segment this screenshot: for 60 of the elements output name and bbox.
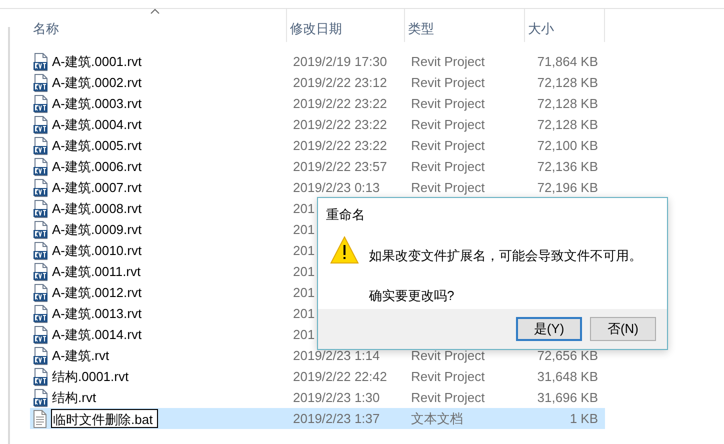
file-name: A-建筑.0006.rvt — [52, 158, 142, 176]
file-name: A-建筑.0011.rvt — [52, 262, 141, 280]
modified-date: 2019/2/22 23:22 — [293, 138, 387, 153]
file-type: Revit Project — [411, 159, 485, 174]
file-name: A-建筑.0009.rvt — [52, 220, 142, 238]
file-type: Revit Project — [411, 96, 485, 111]
file-size: 72,100 KB — [537, 138, 598, 153]
file-type: Revit Project — [411, 54, 485, 69]
modified-date: 2019/2/22 23:57 — [293, 159, 387, 174]
file-name: 结构.rvt — [52, 388, 96, 406]
file-name: A-建筑.0003.rvt — [52, 94, 142, 112]
modified-date: 2019/2/22 23:22 — [293, 96, 387, 111]
file-size: 72,196 KB — [537, 180, 598, 195]
file-name: A-建筑.0012.rvt — [52, 284, 142, 302]
dialog-message: 如果改变文件扩展名，可能会导致文件不可用。 — [369, 247, 642, 265]
dialog-question: 确实要更改吗? — [369, 287, 456, 305]
file-type: Revit Project — [411, 369, 485, 384]
modified-date: 201 — [293, 306, 315, 321]
file-size: 72,128 KB — [537, 117, 598, 132]
file-size: 31,696 KB — [537, 390, 598, 405]
file-name: A-建筑.0008.rvt — [52, 200, 142, 218]
file-size: 71,864 KB — [537, 54, 598, 69]
file-name: 结构.0001.rvt — [52, 368, 129, 386]
modified-date: 2019/2/19 17:30 — [293, 54, 387, 69]
modified-date: 201 — [293, 327, 315, 342]
file-name: A-建筑.0002.rvt — [52, 74, 142, 92]
file-type: Revit Project — [411, 180, 485, 195]
modified-date: 201 — [293, 285, 315, 300]
dialog-title: 重命名 — [325, 206, 366, 224]
modified-date: 2019/2/23 1:30 — [293, 390, 380, 405]
file-size: 72,656 KB — [537, 348, 598, 363]
file-type: 文本文档 — [411, 410, 463, 426]
modified-date: 201 — [293, 222, 315, 237]
file-name: A-建筑.0004.rvt — [52, 116, 142, 134]
file-type: Revit Project — [411, 138, 485, 153]
modified-date: 201 — [293, 243, 315, 258]
file-size: 1 KB — [570, 411, 598, 426]
file-type: Revit Project — [411, 117, 485, 132]
file-name: A-建筑.0007.rvt — [52, 178, 142, 196]
file-size: 72,136 KB — [537, 159, 598, 174]
modified-date: 2019/2/23 1:14 — [293, 348, 380, 363]
modified-date: 2019/2/22 23:22 — [293, 117, 387, 132]
file-name: A-建筑.0010.rvt — [52, 242, 142, 260]
file-type: Revit Project — [411, 390, 485, 405]
modified-date: 201 — [293, 201, 315, 216]
file-size: 72,128 KB — [537, 75, 598, 90]
modified-date: 2019/2/22 23:12 — [293, 75, 387, 90]
file-name: A-建筑.0014.rvt — [52, 326, 142, 344]
file-name: A-建筑.0001.rvt — [52, 52, 142, 70]
file-name: A-建筑.rvt — [52, 346, 110, 364]
file-type: Revit Project — [411, 75, 485, 90]
modified-date: 2019/2/22 22:42 — [293, 369, 387, 384]
file-name: A-建筑.0013.rvt — [52, 304, 142, 322]
file-name: A-建筑.0005.rvt — [52, 136, 142, 154]
file-size: 72,128 KB — [537, 96, 598, 111]
modified-date: 2019/2/23 0:13 — [293, 180, 380, 195]
file-size: 31,648 KB — [537, 369, 598, 384]
modified-date: 2019/2/23 1:37 — [293, 411, 380, 426]
modified-date: 201 — [293, 264, 315, 279]
file-type: Revit Project — [411, 348, 485, 363]
